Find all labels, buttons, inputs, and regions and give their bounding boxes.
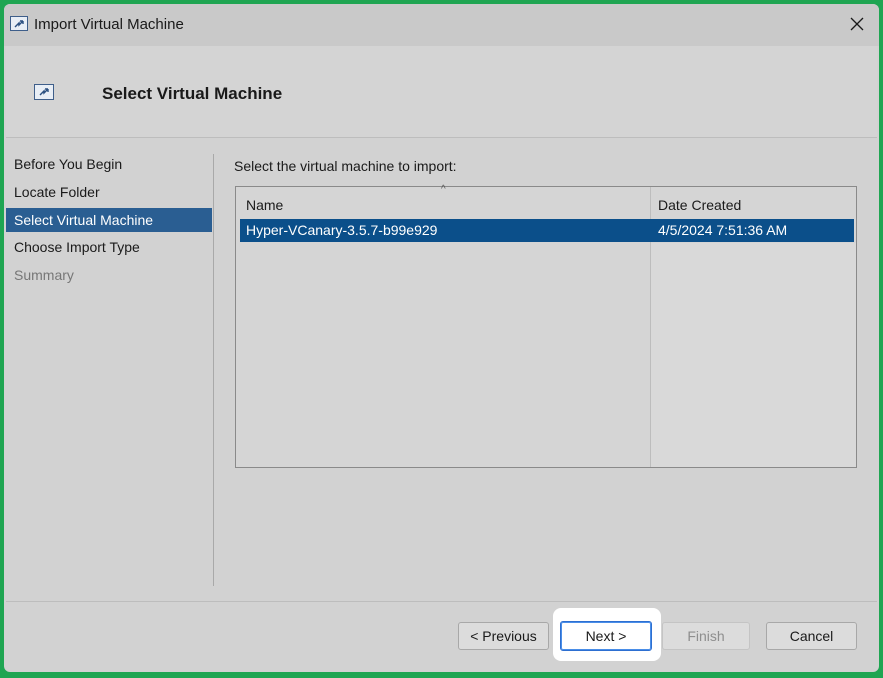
nav-item-select-virtual-machine[interactable]: Select Virtual Machine bbox=[6, 208, 212, 232]
import-vm-icon bbox=[10, 16, 28, 31]
list-header: Name ^ Date Created bbox=[236, 184, 856, 217]
close-button[interactable] bbox=[841, 10, 873, 38]
footer-divider bbox=[6, 601, 877, 602]
column-header-date-created[interactable]: Date Created bbox=[658, 197, 741, 213]
finish-button: Finish bbox=[662, 622, 750, 650]
import-vm-icon bbox=[34, 84, 54, 100]
column-header-name[interactable]: Name bbox=[246, 197, 283, 213]
wizard-nav: Before You Begin Locate Folder Select Vi… bbox=[6, 152, 212, 290]
import-vm-dialog: Import Virtual Machine Select Virtual Ma… bbox=[4, 4, 879, 672]
previous-button[interactable]: < Previous bbox=[458, 622, 549, 650]
instruction-text: Select the virtual machine to import: bbox=[234, 158, 457, 174]
nav-item-summary: Summary bbox=[14, 266, 74, 283]
window-title: Import Virtual Machine bbox=[34, 16, 184, 33]
page-title: Select Virtual Machine bbox=[102, 84, 283, 103]
vm-list[interactable]: Name ^ Date Created Hyper-VCanary-3.5.7-… bbox=[235, 184, 857, 468]
vm-date-cell: 4/5/2024 7:51:36 AM bbox=[658, 222, 788, 238]
sort-indicator-icon: ^ bbox=[441, 184, 446, 195]
vm-name-cell: Hyper-VCanary-3.5.7-b99e929 bbox=[246, 222, 438, 238]
title-bar: Import Virtual Machine bbox=[4, 4, 879, 46]
nav-item-choose-import-type[interactable]: Choose Import Type bbox=[6, 235, 212, 263]
nav-item-locate-folder[interactable]: Locate Folder bbox=[6, 180, 212, 208]
cancel-button[interactable]: Cancel bbox=[766, 622, 857, 650]
nav-divider bbox=[213, 154, 214, 586]
table-row[interactable]: Hyper-VCanary-3.5.7-b99e929 4/5/2024 7:5… bbox=[240, 219, 854, 242]
wizard-header: Select Virtual Machine bbox=[6, 46, 877, 138]
next-button[interactable]: Next > bbox=[560, 621, 652, 651]
close-icon bbox=[850, 17, 864, 31]
nav-item-before-you-begin[interactable]: Before You Begin bbox=[6, 152, 212, 180]
list-empty-area bbox=[651, 243, 856, 467]
